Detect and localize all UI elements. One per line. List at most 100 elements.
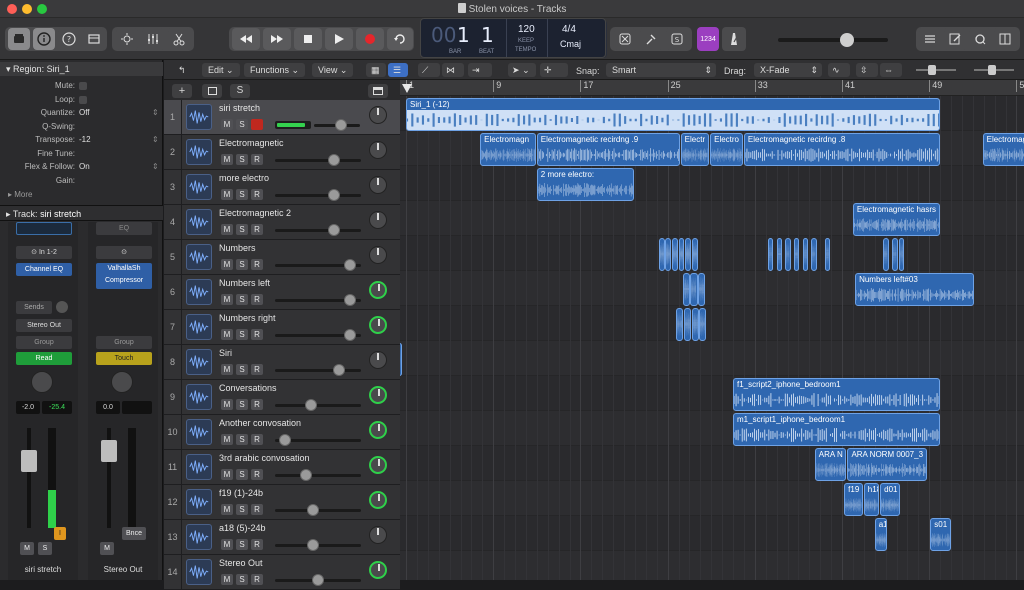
volume-readout[interactable]: 0.0 <box>96 401 120 414</box>
audio-region[interactable]: Electro <box>710 133 743 166</box>
audio-region-slice[interactable] <box>682 273 690 306</box>
solo-button[interactable]: S <box>236 224 248 235</box>
pan-knob[interactable] <box>369 526 387 544</box>
play-button[interactable] <box>325 28 353 50</box>
valhalla-compressor-plugin[interactable]: ValhallaSh Compressor <box>96 263 152 289</box>
eq-slot[interactable]: EQ <box>96 222 152 235</box>
waveform-zoom-button[interactable]: ∿ <box>828 63 850 77</box>
audio-region[interactable]: Electromagnetic recirdng .9 <box>536 133 680 166</box>
playhead[interactable] <box>402 84 412 93</box>
audio-region[interactable]: Siri_1 (-12) <box>406 98 941 131</box>
volume-fader[interactable] <box>275 399 361 411</box>
volume-fader-knob[interactable] <box>278 434 291 446</box>
mute-button[interactable]: M <box>221 329 233 340</box>
track-name[interactable]: 3rd arabic convosation <box>219 453 310 463</box>
audio-region[interactable]: f19 <box>844 483 863 516</box>
mute-button[interactable]: M <box>221 469 233 480</box>
volume-fader-knob[interactable] <box>328 154 341 166</box>
audio-region-slice[interactable] <box>400 343 402 376</box>
pan-knob[interactable] <box>369 246 387 264</box>
volume-fader[interactable] <box>275 364 361 376</box>
track-name[interactable]: Numbers <box>219 243 256 253</box>
volume-fader[interactable] <box>275 189 361 201</box>
mute-button[interactable]: M <box>221 364 233 375</box>
track-header[interactable]: 8 Siri M S R <box>164 345 400 380</box>
browsers-button[interactable] <box>994 28 1016 50</box>
volume-fader-knob[interactable] <box>306 539 319 551</box>
marquee-tool-menu[interactable]: ✛ <box>540 63 568 77</box>
loop-browser-button[interactable] <box>969 28 991 50</box>
mute-button[interactable]: M <box>221 119 233 130</box>
mute-button[interactable]: M <box>20 542 34 555</box>
volume-fader[interactable] <box>275 539 361 551</box>
record-button[interactable]: R <box>251 434 263 445</box>
slider-knob[interactable] <box>928 65 936 75</box>
fast-forward-button[interactable] <box>263 28 291 50</box>
horizontal-fit-button[interactable]: ⇔ <box>880 63 902 77</box>
stop-button[interactable] <box>294 28 322 50</box>
volume-fader[interactable] <box>275 259 361 271</box>
track-name[interactable]: Electromagnetic <box>219 138 284 148</box>
volume-readout[interactable]: -2.0 <box>16 401 40 414</box>
track-header[interactable]: 11 3rd arabic convosation M S R <box>164 450 400 485</box>
track-header[interactable]: 7 Numbers right M S R <box>164 310 400 345</box>
view-menu[interactable]: View ⌄ <box>312 63 354 77</box>
vertical-zoom-slider[interactable] <box>916 65 956 75</box>
solo-button[interactable]: S <box>38 542 52 555</box>
audio-region-slice[interactable] <box>767 238 774 271</box>
pan-knob[interactable] <box>369 351 387 369</box>
mute-button[interactable]: M <box>221 399 233 410</box>
volume-fader[interactable] <box>275 469 361 481</box>
solo-button[interactable]: S <box>236 364 248 375</box>
rewind-button[interactable] <box>232 28 260 50</box>
audio-region[interactable]: h18 <box>863 483 880 516</box>
group-slot[interactable]: Group <box>96 336 152 349</box>
functions-menu[interactable]: Functions ⌄ <box>244 63 306 77</box>
volume-fader-knob[interactable] <box>312 574 324 586</box>
track-name[interactable]: Numbers right <box>219 313 276 323</box>
region-param-row[interactable]: Quantize: Off ⇕ <box>0 106 163 119</box>
checkbox[interactable] <box>79 82 87 90</box>
audio-region-slice[interactable] <box>678 238 685 271</box>
metronome-button[interactable] <box>722 27 746 51</box>
pan-knob[interactable] <box>369 141 387 159</box>
audio-region-slice[interactable] <box>698 273 706 306</box>
region-param-row[interactable]: Gain: <box>0 174 163 187</box>
record-button[interactable]: R <box>251 504 263 515</box>
lcd-tempo[interactable]: 120 <box>518 24 535 35</box>
audio-region[interactable]: m1_script1_iphone_bedroom1 <box>733 413 941 446</box>
automation-mode[interactable]: Touch <box>96 352 152 365</box>
solo-button[interactable]: S <box>236 259 248 270</box>
track-header[interactable]: 5 Numbers M S R <box>164 240 400 275</box>
track-name[interactable]: Stereo Out <box>219 558 263 568</box>
region-inspector-header[interactable]: ▾ Region: Siri_1 <box>0 62 163 76</box>
solo-button[interactable]: S <box>236 434 248 445</box>
audio-region-slice[interactable] <box>685 238 692 271</box>
pan-knob[interactable] <box>369 281 387 299</box>
track-name[interactable]: a18 (5)-24b <box>219 523 266 533</box>
inspector-button[interactable] <box>33 28 55 50</box>
list-editors-button[interactable] <box>919 28 941 50</box>
volume-fader[interactable] <box>275 154 361 166</box>
audio-region[interactable]: Electr <box>680 133 709 166</box>
region-param-row[interactable]: Q-Swing: <box>0 120 163 133</box>
smart-controls-button[interactable] <box>116 28 138 50</box>
pan-knob[interactable] <box>369 106 387 124</box>
cycle-button[interactable] <box>387 28 413 50</box>
solo-button[interactable]: S <box>236 329 248 340</box>
grid-view-button[interactable]: ▦ <box>366 63 386 77</box>
track-name[interactable]: Electromagnetic 2 <box>219 208 291 218</box>
volume-fader-knob[interactable] <box>306 504 319 516</box>
mute-button[interactable]: M <box>221 224 233 235</box>
quick-help-button[interactable]: ? <box>58 28 80 50</box>
audio-region[interactable]: f1_script2_iphone_bedroom1 <box>733 378 941 411</box>
solo-button[interactable]: S <box>236 504 248 515</box>
solo-button[interactable]: S <box>236 539 248 550</box>
channel-name[interactable]: Stereo Out <box>88 565 158 574</box>
audio-region-slice[interactable] <box>811 238 817 271</box>
audio-region[interactable]: a1 <box>874 518 887 551</box>
audio-region[interactable]: 2 more electro: <box>536 168 634 201</box>
pan-knob[interactable] <box>369 456 387 474</box>
mute-button[interactable]: M <box>221 434 233 445</box>
audio-region-slice[interactable] <box>690 273 698 306</box>
